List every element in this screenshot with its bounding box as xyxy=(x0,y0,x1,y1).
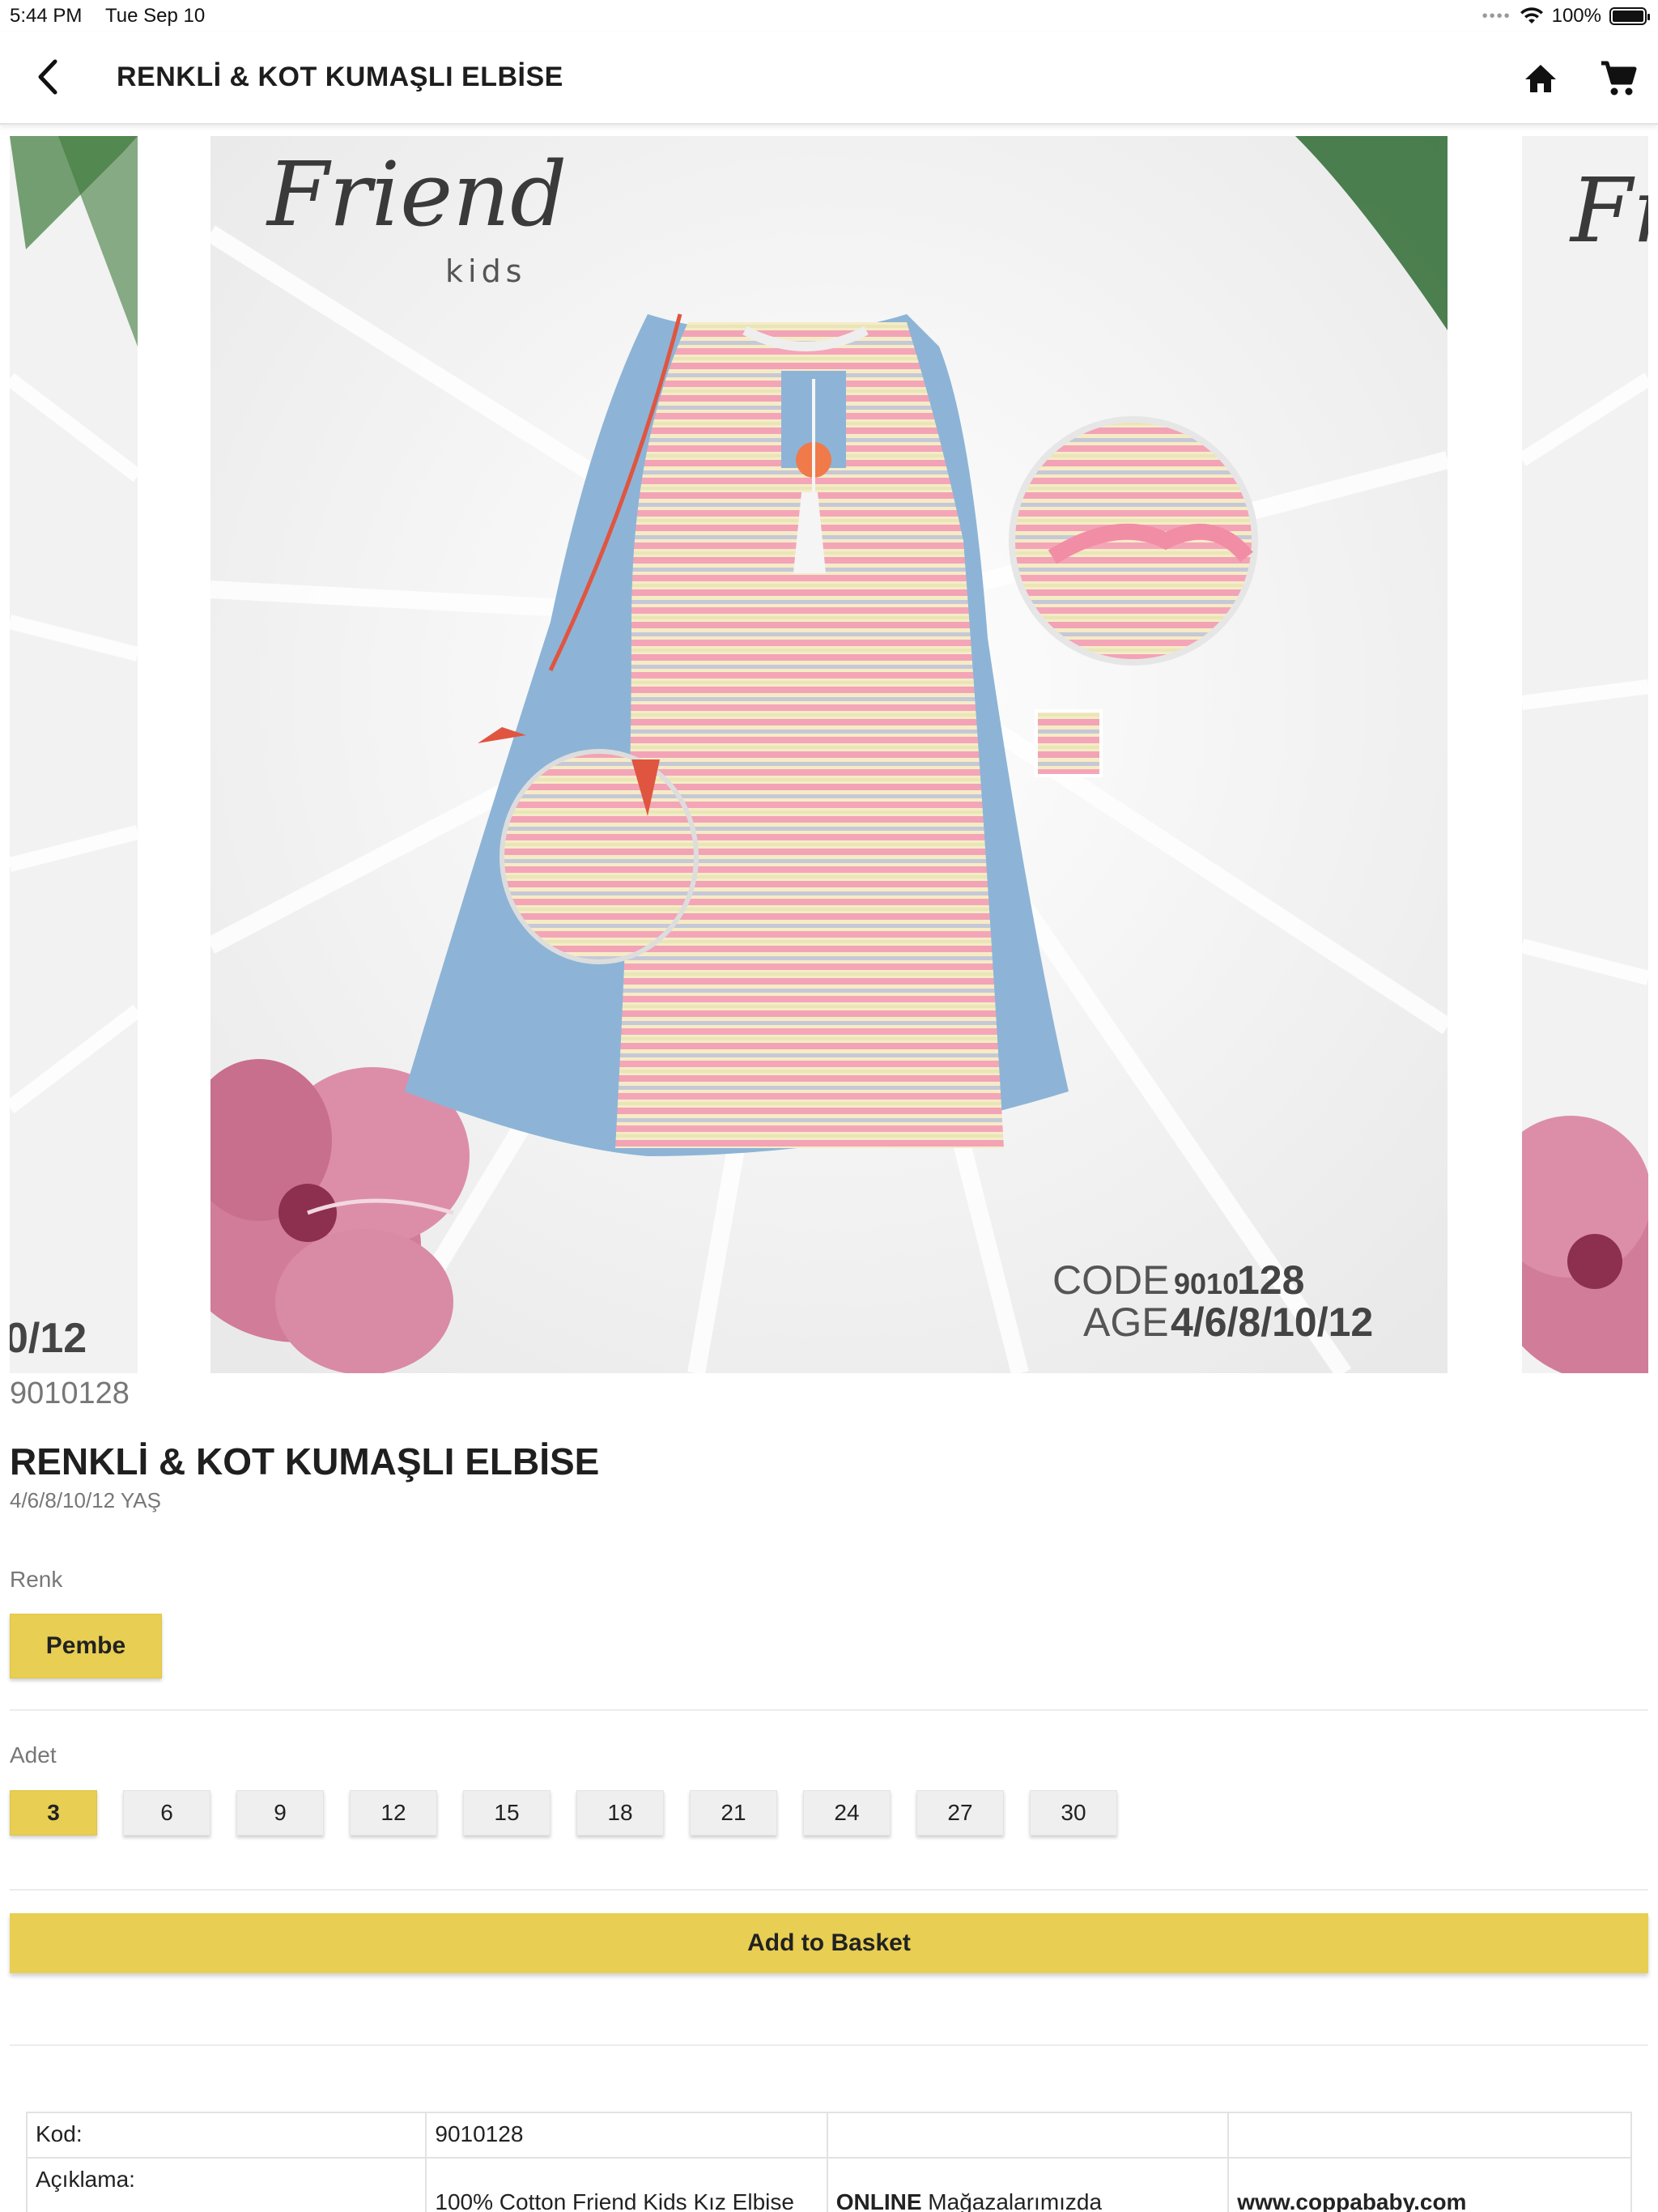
online-stores-text: ONLINE Mağazalarımızda xyxy=(835,2189,1103,2212)
battery-icon xyxy=(1609,7,1650,25)
dress-product-image: Friend kids CODE 9010 128 AGE 4/6/8/10/1… xyxy=(210,136,1448,1373)
quantity-option[interactable]: 21 xyxy=(690,1790,777,1836)
nav-bar: RENKLİ & KOT KUMAŞLI ELBİSE xyxy=(0,32,1658,125)
quantity-option[interactable]: 27 xyxy=(916,1790,1004,1836)
website-link[interactable]: www.coppababy.com xyxy=(1237,2189,1622,2212)
quantity-option[interactable]: 15 xyxy=(463,1790,551,1836)
add-to-basket-button[interactable]: Add to Basket xyxy=(10,1913,1648,1973)
color-label: Renk xyxy=(10,1567,63,1592)
product-age-range: 4/6/8/10/12 YAŞ xyxy=(10,1488,161,1512)
description-text: 100% Cotton Friend Kids Kız Elbise xyxy=(435,2189,794,2212)
quantity-label: Adet xyxy=(10,1742,57,1767)
status-date: Tue Sep 10 xyxy=(105,5,206,27)
cart-icon[interactable] xyxy=(1598,58,1639,99)
gallery-prev-image[interactable]: 0/12 xyxy=(10,136,138,1373)
divider xyxy=(10,2044,1648,2046)
table-cell: ONLINE Mağazalarımızda xyxy=(826,2157,1230,2212)
home-icon[interactable] xyxy=(1522,60,1559,97)
svg-text:Friend: Friend xyxy=(266,143,567,246)
table-cell: 100% Cotton Friend Kids Kız Elbise xyxy=(425,2157,828,2212)
svg-text:CODE: CODE xyxy=(1052,1257,1169,1303)
table-cell: 9010128 xyxy=(425,2112,828,2159)
status-right: •••• 100% xyxy=(1482,5,1650,28)
signal-icon: •••• xyxy=(1482,6,1511,25)
table-cell: Kod: xyxy=(25,2112,427,2159)
product-code: 9010128 xyxy=(10,1376,130,1410)
product-details-table: Kod: 9010128 Açıklama: 100% Cotton Frien… xyxy=(25,2112,1632,2212)
table-row: Açıklama: 100% Cotton Friend Kids Kız El… xyxy=(25,2157,1632,2212)
table-cell xyxy=(826,2112,1230,2159)
quantity-option[interactable]: 3 xyxy=(10,1790,97,1836)
page-title: RENKLİ & KOT KUMAŞLI ELBİSE xyxy=(117,62,563,92)
svg-text:0/12: 0/12 xyxy=(10,1315,87,1362)
status-bar: 5:44 PM Tue Sep 10 •••• 100% xyxy=(0,0,1658,32)
svg-text:4/6/8/10/12: 4/6/8/10/12 xyxy=(1171,1300,1373,1345)
svg-text:AGE: AGE xyxy=(1083,1300,1169,1345)
product-image-gallery[interactable]: 0/12 Friend kids CODE 9010 128 AGE 4/6/8… xyxy=(0,136,1658,1373)
table-cell xyxy=(1227,2112,1632,2159)
table-cell: www.coppababy.com xyxy=(1227,2157,1632,2212)
status-time: 5:44 PM xyxy=(10,5,83,27)
quantity-option[interactable]: 24 xyxy=(803,1790,891,1836)
back-chevron-icon[interactable] xyxy=(32,57,65,97)
quantity-option[interactable]: 12 xyxy=(350,1790,437,1836)
product-title: RENKLİ & KOT KUMAŞLI ELBİSE xyxy=(10,1440,600,1482)
gallery-next-image[interactable]: Fr xyxy=(1522,136,1648,1373)
next-image-art: Fr xyxy=(1522,136,1648,1373)
quantity-option[interactable]: 30 xyxy=(1030,1790,1117,1836)
svg-text:Fr: Fr xyxy=(1569,159,1648,262)
quantity-option[interactable]: 9 xyxy=(236,1790,324,1836)
color-option-pembe[interactable]: Pembe xyxy=(10,1614,162,1678)
gallery-main-image[interactable]: Friend kids CODE 9010 128 AGE 4/6/8/10/1… xyxy=(210,136,1448,1373)
table-cell: Açıklama: xyxy=(25,2157,427,2212)
divider xyxy=(10,1889,1648,1891)
svg-text:kids: kids xyxy=(445,253,526,289)
hibiscus-flower-decoration xyxy=(210,1059,470,1373)
quantity-option[interactable]: 18 xyxy=(576,1790,664,1836)
battery-percent: 100% xyxy=(1551,5,1601,27)
quantity-option[interactable]: 6 xyxy=(123,1790,210,1836)
prev-image-art: 0/12 xyxy=(10,136,138,1373)
svg-text:9010: 9010 xyxy=(1174,1267,1239,1300)
table-row: Kod: 9010128 xyxy=(25,2112,1632,2159)
divider xyxy=(10,1709,1648,1711)
wifi-icon xyxy=(1520,7,1543,23)
svg-text:128: 128 xyxy=(1237,1257,1304,1303)
